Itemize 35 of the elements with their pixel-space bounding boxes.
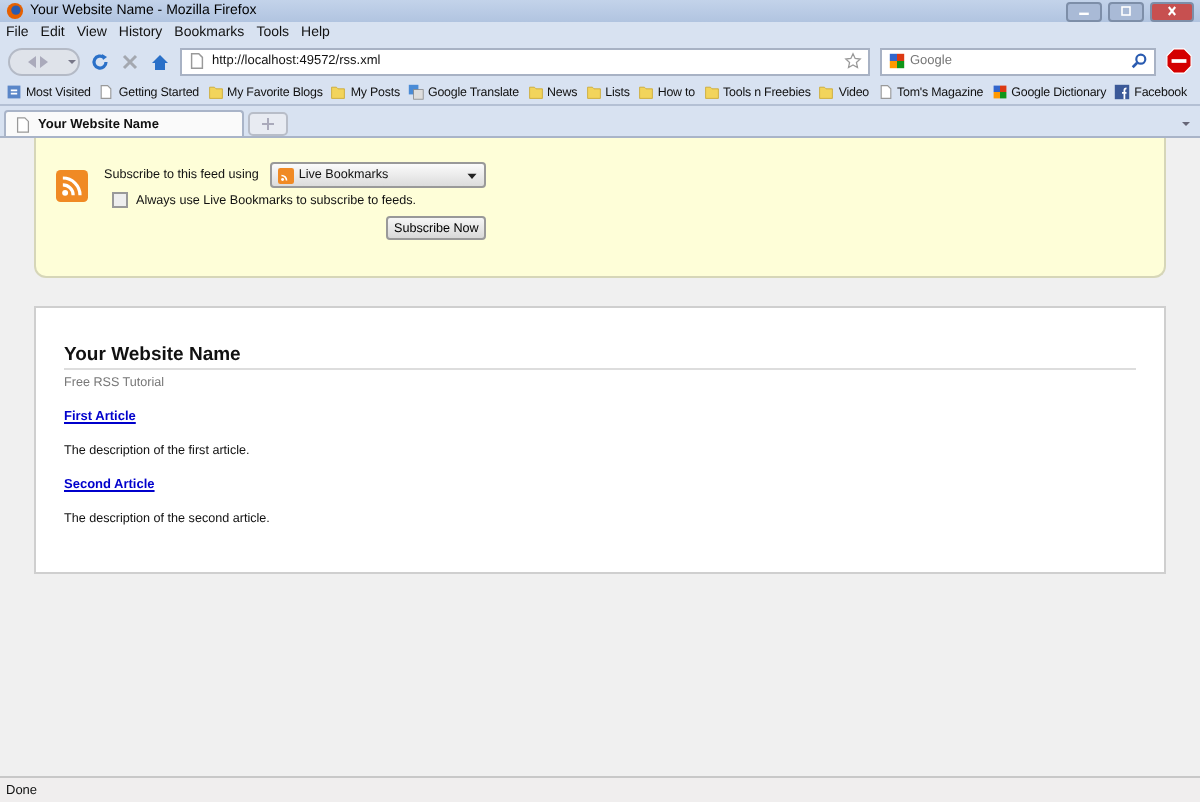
- facebook-icon: [1114, 84, 1131, 100]
- reload-icon[interactable]: [90, 51, 110, 71]
- caret-icon: [466, 169, 479, 181]
- stop-sign-icon[interactable]: [1166, 48, 1192, 74]
- stop-icon[interactable]: [120, 51, 140, 71]
- folder-icon: [585, 84, 602, 100]
- feed-title: Your Website Name: [64, 344, 1136, 370]
- checkbox[interactable]: [112, 192, 128, 208]
- page-icon: [98, 84, 115, 100]
- folder-icon: [207, 84, 224, 100]
- back-forward-icon[interactable]: [8, 47, 80, 75]
- browser-logo-icon: [6, 2, 24, 20]
- home-icon[interactable]: [150, 51, 170, 71]
- close-button[interactable]: [1150, 1, 1194, 21]
- maximize-icon: [1118, 6, 1134, 16]
- search-icon[interactable]: [1130, 52, 1148, 70]
- page-icon: [877, 84, 894, 100]
- folder-icon: [527, 84, 544, 100]
- google-icon: [888, 52, 906, 70]
- rss-icon: [278, 167, 295, 183]
- minimize-button[interactable]: [1066, 1, 1102, 21]
- translate-icon: [408, 84, 424, 100]
- new-tab-icon[interactable]: [248, 112, 288, 136]
- star-icon[interactable]: [844, 52, 862, 70]
- page-icon: [14, 115, 32, 133]
- maximize-button[interactable]: [1108, 1, 1144, 21]
- folder-icon: [703, 84, 720, 100]
- google-icon: [991, 84, 1008, 100]
- folder-icon: [637, 84, 654, 100]
- page-icon: [188, 52, 206, 70]
- folder-icon: [818, 84, 835, 100]
- list-icon: [6, 84, 22, 100]
- folder-icon: [330, 84, 347, 100]
- rss-icon: [56, 170, 88, 202]
- close-icon: [1164, 6, 1180, 16]
